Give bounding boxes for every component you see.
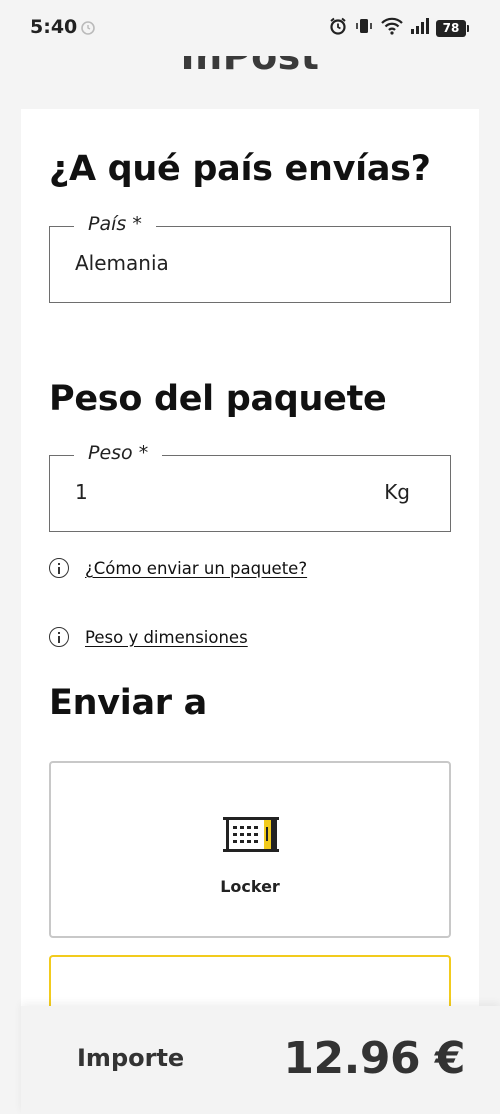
signal-icon xyxy=(410,17,430,39)
country-section-title: ¿A qué país envías? xyxy=(49,149,431,189)
info-icon xyxy=(49,558,69,578)
locker-option-label: Locker xyxy=(220,877,280,896)
country-field-label: País * xyxy=(74,213,156,235)
weight-field-label: Peso * xyxy=(74,442,163,464)
shipping-form-card: ¿A qué país envías? País * Alemania Peso… xyxy=(21,109,479,1114)
status-icons: 78 xyxy=(328,16,469,40)
info-icon xyxy=(49,627,69,647)
locker-option-card[interactable]: Locker xyxy=(49,761,451,938)
weight-field-value: 1 xyxy=(75,480,88,504)
weight-dimensions-link-text: Peso y dimensiones xyxy=(85,627,248,647)
send-to-section-title: Enviar a xyxy=(49,683,207,723)
weight-unit-label: Kg xyxy=(384,480,410,504)
locker-icon xyxy=(222,815,282,859)
how-to-send-link[interactable]: ¿Cómo enviar un paquete? xyxy=(49,558,307,578)
status-time: 5:40 xyxy=(30,16,78,38)
total-amount: 12.96 € xyxy=(283,1033,465,1084)
alarm-icon xyxy=(328,16,348,40)
total-bar: Importe 12.96 € xyxy=(21,1006,500,1114)
vibrate-icon xyxy=(354,16,374,40)
weight-field[interactable]: Peso * 1 Kg xyxy=(49,442,451,532)
country-field[interactable]: País * Alemania xyxy=(49,213,451,303)
status-bar: 5:40 78 xyxy=(0,0,500,56)
how-to-send-link-text: ¿Cómo enviar un paquete? xyxy=(85,558,308,578)
wifi-icon xyxy=(380,16,404,40)
country-field-value: Alemania xyxy=(75,251,169,275)
weight-section-title: Peso del paquete xyxy=(49,379,387,419)
weight-dimensions-link[interactable]: Peso y dimensiones xyxy=(49,627,248,647)
total-label: Importe xyxy=(77,1044,185,1072)
battery-icon: 78 xyxy=(436,19,469,37)
alarm-sleep-icon xyxy=(79,18,97,40)
